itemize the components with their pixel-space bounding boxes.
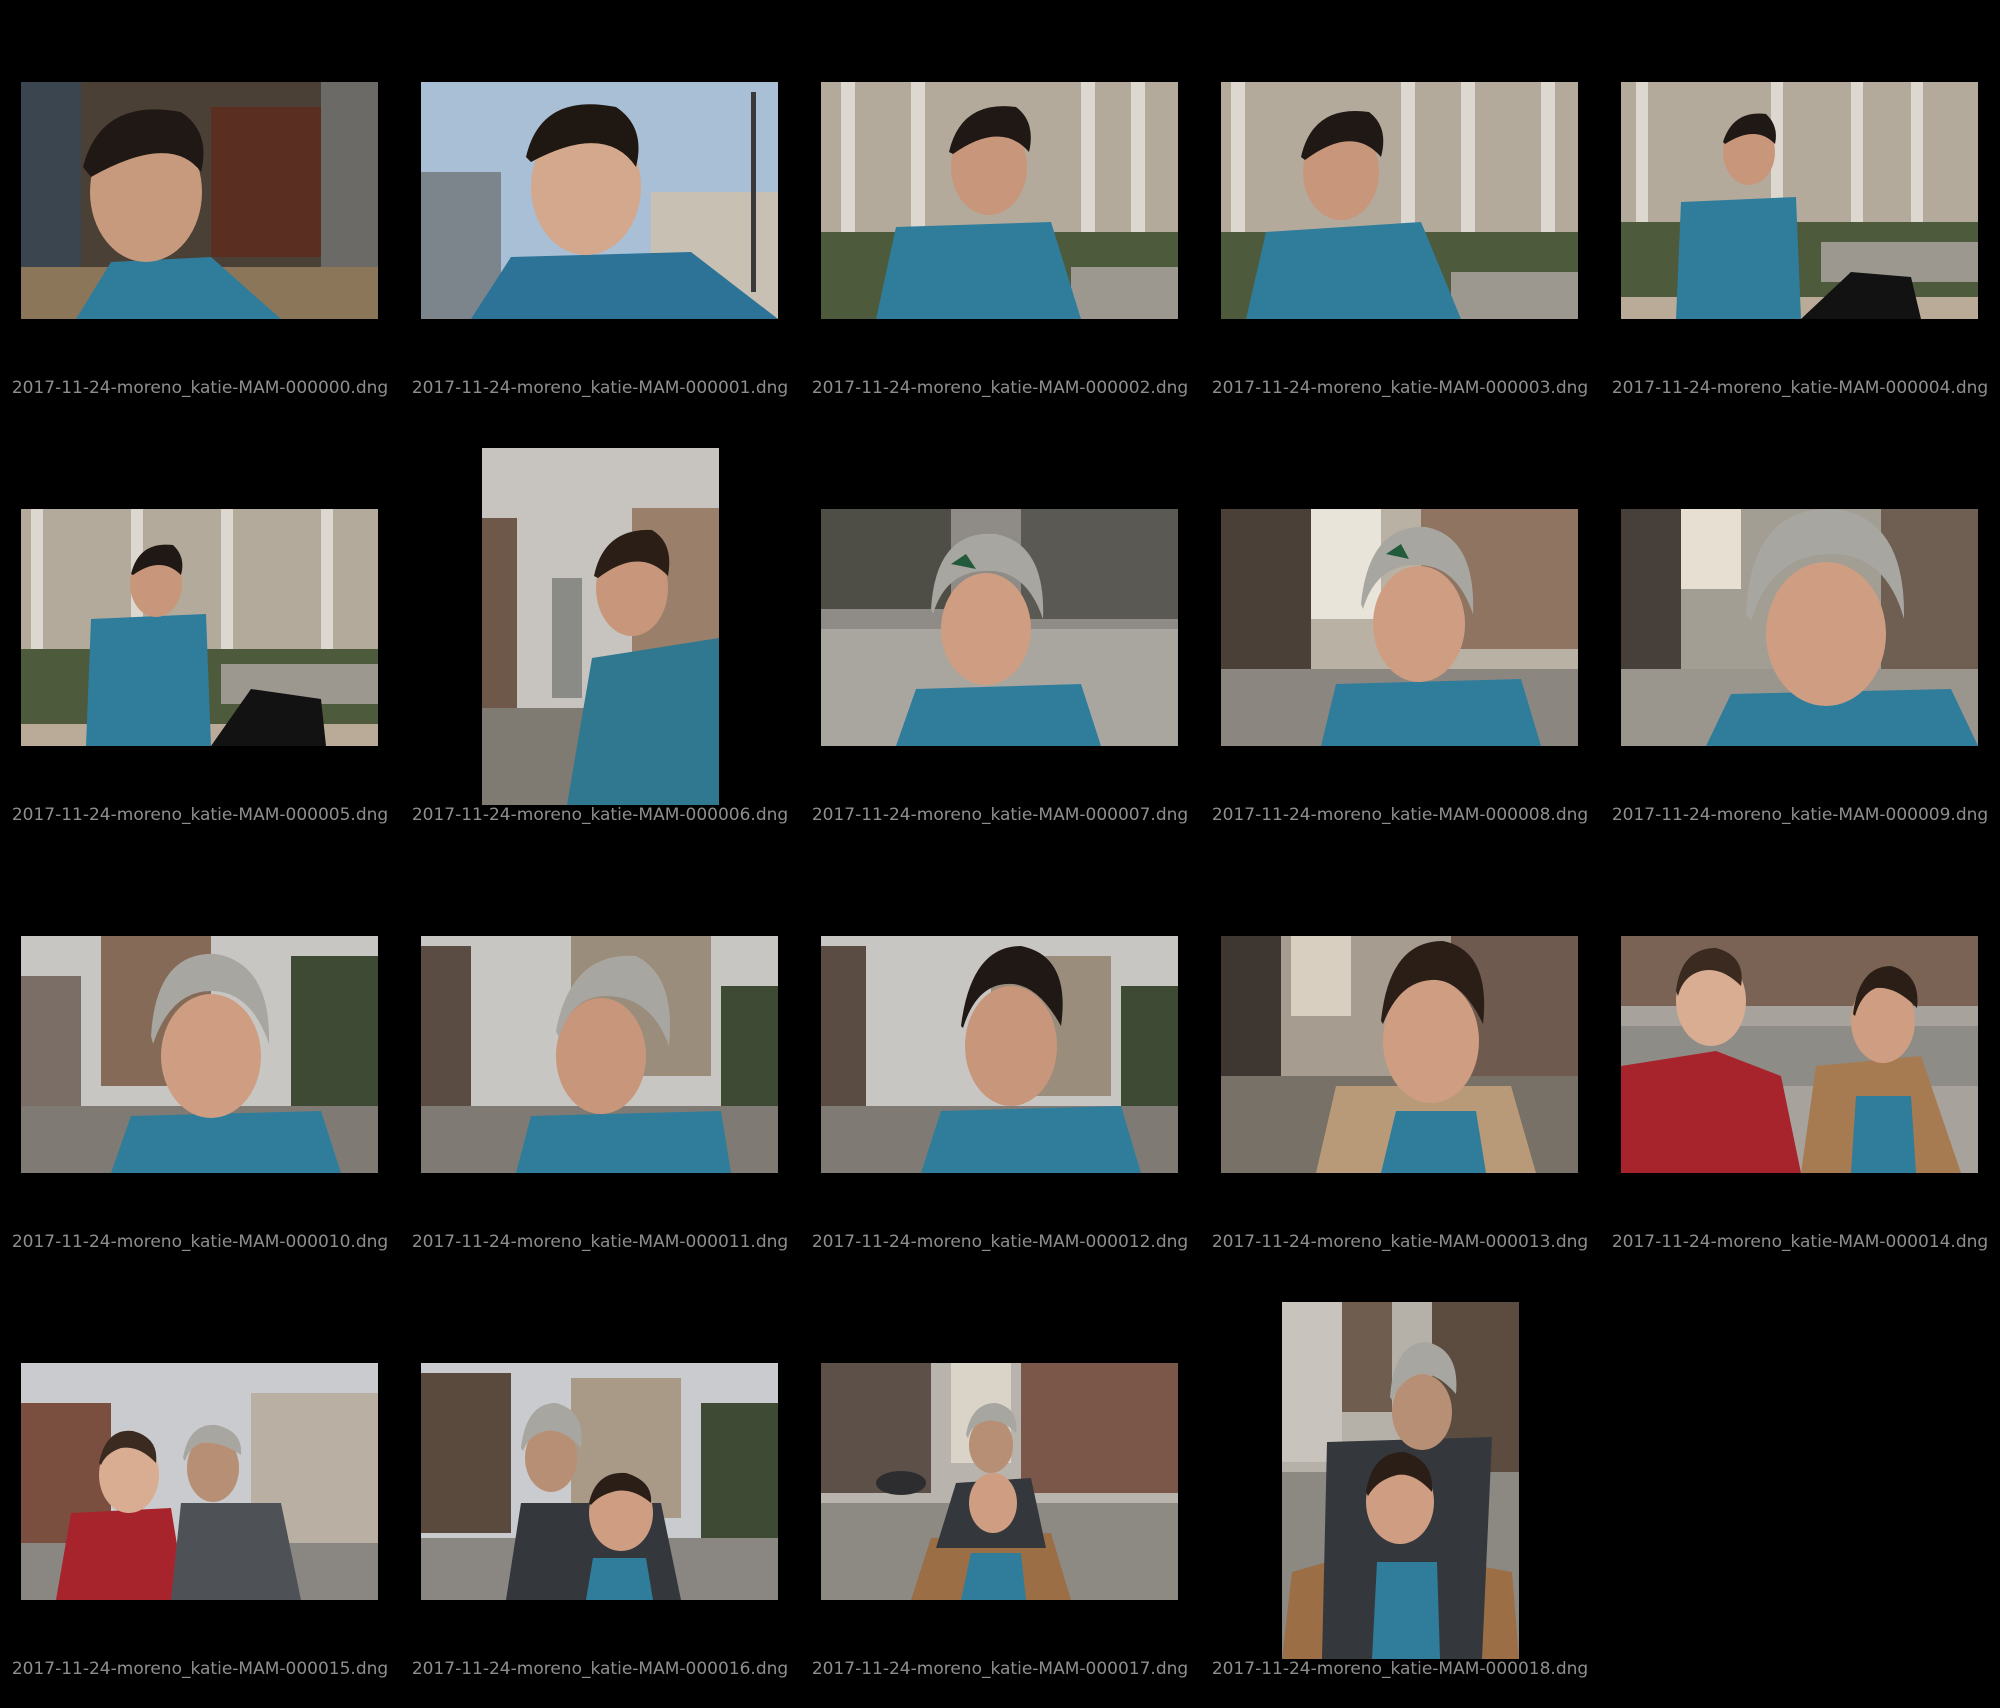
photo-thumbnail[interactable] <box>1282 1302 1519 1659</box>
photo-cell[interactable]: 2017-11-24-moreno_katie-MAM-000014.dng <box>1600 854 2000 1281</box>
photo-filename: 2017-11-24-moreno_katie-MAM-000006.dng <box>411 805 789 825</box>
photo-thumbnail[interactable] <box>821 509 1178 746</box>
photo-filename: 2017-11-24-moreno_katie-MAM-000004.dng <box>1611 378 1989 398</box>
photo-filename: 2017-11-24-moreno_katie-MAM-000016.dng <box>411 1659 789 1679</box>
photo-cell[interactable]: 2017-11-24-moreno_katie-MAM-000001.dng <box>400 0 800 427</box>
photo-cell[interactable]: 2017-11-24-moreno_katie-MAM-000005.dng <box>0 427 400 854</box>
photo-thumbnail[interactable] <box>821 1363 1178 1600</box>
photo-thumbnail[interactable] <box>21 936 378 1173</box>
photo-cell[interactable]: 2017-11-24-moreno_katie-MAM-000007.dng <box>800 427 1200 854</box>
photo-cell[interactable]: 2017-11-24-moreno_katie-MAM-000004.dng <box>1600 0 2000 427</box>
photo-filename: 2017-11-24-moreno_katie-MAM-000000.dng <box>11 378 389 398</box>
photo-filename: 2017-11-24-moreno_katie-MAM-000012.dng <box>811 1232 1189 1252</box>
photo-cell[interactable]: 2017-11-24-moreno_katie-MAM-000010.dng <box>0 854 400 1281</box>
photo-thumbnail[interactable] <box>1621 509 1978 746</box>
photo-cell[interactable]: 2017-11-24-moreno_katie-MAM-000017.dng <box>800 1281 1200 1708</box>
photo-cell[interactable]: 2017-11-24-moreno_katie-MAM-000003.dng <box>1200 0 1600 427</box>
photo-thumbnail[interactable] <box>821 936 1178 1173</box>
photo-thumbnail[interactable] <box>1621 936 1978 1173</box>
photo-cell[interactable]: 2017-11-24-moreno_katie-MAM-000009.dng <box>1600 427 2000 854</box>
photo-filename: 2017-11-24-moreno_katie-MAM-000005.dng <box>11 805 389 825</box>
photo-thumbnail[interactable] <box>421 1363 778 1600</box>
photo-thumbnail[interactable] <box>482 448 719 805</box>
photo-cell[interactable]: 2017-11-24-moreno_katie-MAM-000002.dng <box>800 0 1200 427</box>
photo-cell[interactable]: 2017-11-24-moreno_katie-MAM-000015.dng <box>0 1281 400 1708</box>
photo-filename: 2017-11-24-moreno_katie-MAM-000002.dng <box>811 378 1189 398</box>
photo-thumbnail[interactable] <box>21 1363 378 1600</box>
photo-thumbnail[interactable] <box>1621 82 1978 319</box>
contact-sheet-grid: 2017-11-24-moreno_katie-MAM-000000.dng 2… <box>0 0 2000 1707</box>
photo-cell[interactable]: 2017-11-24-moreno_katie-MAM-000008.dng <box>1200 427 1600 854</box>
photo-thumbnail[interactable] <box>21 82 378 319</box>
photo-filename: 2017-11-24-moreno_katie-MAM-000009.dng <box>1611 805 1989 825</box>
photo-filename: 2017-11-24-moreno_katie-MAM-000007.dng <box>811 805 1189 825</box>
photo-filename: 2017-11-24-moreno_katie-MAM-000013.dng <box>1211 1232 1589 1252</box>
photo-thumbnail[interactable] <box>821 82 1178 319</box>
photo-filename: 2017-11-24-moreno_katie-MAM-000001.dng <box>411 378 789 398</box>
photo-filename: 2017-11-24-moreno_katie-MAM-000011.dng <box>411 1232 789 1252</box>
photo-thumbnail[interactable] <box>1221 936 1578 1173</box>
photo-thumbnail[interactable] <box>21 509 378 746</box>
photo-thumbnail[interactable] <box>421 936 778 1173</box>
photo-filename: 2017-11-24-moreno_katie-MAM-000015.dng <box>11 1659 389 1679</box>
photo-filename: 2017-11-24-moreno_katie-MAM-000010.dng <box>11 1232 389 1252</box>
photo-cell[interactable]: 2017-11-24-moreno_katie-MAM-000013.dng <box>1200 854 1600 1281</box>
photo-cell[interactable]: 2017-11-24-moreno_katie-MAM-000006.dng <box>400 427 800 854</box>
photo-cell[interactable]: 2017-11-24-moreno_katie-MAM-000012.dng <box>800 854 1200 1281</box>
photo-filename: 2017-11-24-moreno_katie-MAM-000017.dng <box>811 1659 1189 1679</box>
photo-cell[interactable]: 2017-11-24-moreno_katie-MAM-000016.dng <box>400 1281 800 1708</box>
photo-filename: 2017-11-24-moreno_katie-MAM-000008.dng <box>1211 805 1589 825</box>
photo-filename: 2017-11-24-moreno_katie-MAM-000014.dng <box>1611 1232 1989 1252</box>
photo-cell[interactable]: 2017-11-24-moreno_katie-MAM-000011.dng <box>400 854 800 1281</box>
photo-thumbnail[interactable] <box>1221 82 1578 319</box>
photo-thumbnail[interactable] <box>421 82 778 319</box>
photo-thumbnail[interactable] <box>1221 509 1578 746</box>
photo-cell[interactable]: 2017-11-24-moreno_katie-MAM-000018.dng <box>1200 1281 1600 1708</box>
photo-filename: 2017-11-24-moreno_katie-MAM-000003.dng <box>1211 378 1589 398</box>
photo-filename: 2017-11-24-moreno_katie-MAM-000018.dng <box>1211 1659 1589 1679</box>
photo-cell[interactable]: 2017-11-24-moreno_katie-MAM-000000.dng <box>0 0 400 427</box>
